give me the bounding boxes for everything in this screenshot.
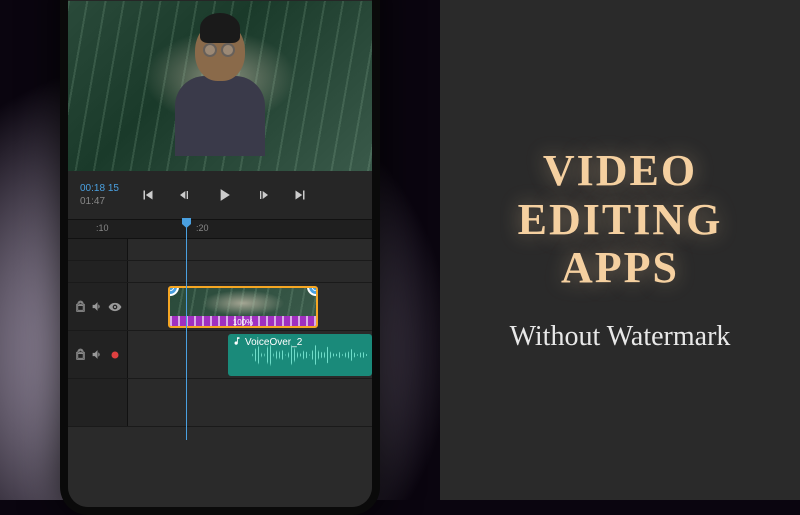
promo-title: VIDEO EDITING APPS <box>518 147 723 292</box>
promo-subtitle: Without Watermark <box>510 321 731 353</box>
ruler-tick: :10 <box>96 223 109 233</box>
frame-back-button[interactable] <box>176 185 196 205</box>
phone-frame: Sequence 01 00: <box>60 0 380 515</box>
video-clip[interactable]: 100% <box>168 286 318 328</box>
app-screen: Sequence 01 00: <box>68 0 372 507</box>
ruler-tick: :20 <box>196 223 209 233</box>
transport-bar: 00:18 15 01:47 <box>68 171 372 219</box>
video-track[interactable]: 100% <box>68 283 372 331</box>
audio-track[interactable]: VoiceOver_2 <box>68 331 372 379</box>
current-frame: 15 <box>108 183 119 194</box>
duration: 01:47 <box>80 195 119 208</box>
title-line: VIDEO <box>518 147 723 195</box>
timecode: 00:18 15 01:47 <box>80 182 119 208</box>
lock-icon[interactable] <box>74 348 88 362</box>
music-note-icon <box>232 336 242 349</box>
preview-subject <box>160 21 280 171</box>
phone-mockup-area: Sequence 01 00: <box>0 0 440 500</box>
promo-panel: VIDEO EDITING APPS Without Watermark <box>440 0 800 500</box>
video-track-header <box>68 283 128 330</box>
lock-icon[interactable] <box>74 300 88 314</box>
record-icon[interactable] <box>108 348 122 362</box>
current-time: 00:18 <box>80 183 105 194</box>
skip-start-button[interactable] <box>138 185 158 205</box>
play-button[interactable] <box>214 185 234 205</box>
timeline: 100% <box>68 239 372 507</box>
video-preview[interactable] <box>68 1 372 171</box>
track-spacer <box>68 239 372 261</box>
title-line: APPS <box>518 244 723 292</box>
audio-track-header <box>68 331 128 378</box>
speaker-icon[interactable] <box>91 300 105 314</box>
clip-speed-label: 100% <box>233 318 253 327</box>
track-spacer <box>68 261 372 283</box>
skip-end-button[interactable] <box>290 185 310 205</box>
title-line: EDITING <box>518 196 723 244</box>
speaker-icon[interactable] <box>91 348 105 362</box>
empty-track[interactable] <box>68 379 372 427</box>
frame-forward-button[interactable] <box>252 185 272 205</box>
timeline-ruler[interactable]: :10 :20 <box>68 219 372 239</box>
playhead[interactable] <box>186 220 187 440</box>
audio-clip[interactable]: VoiceOver_2 <box>228 334 372 376</box>
eye-icon[interactable] <box>108 300 122 314</box>
